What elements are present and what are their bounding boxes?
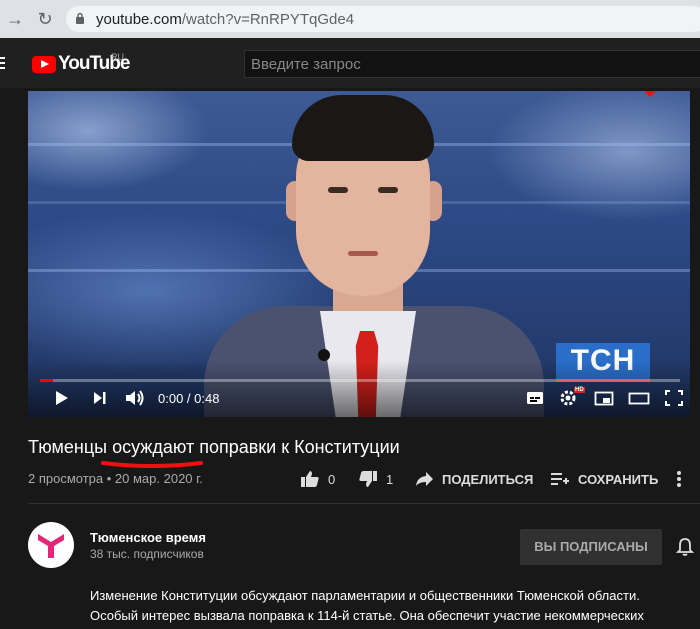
more-actions-button[interactable] bbox=[676, 466, 682, 492]
lock-icon bbox=[76, 12, 84, 24]
description-line: Изменение Конституции обсуждают парламен… bbox=[90, 588, 640, 603]
search-placeholder: Введите запрос bbox=[251, 56, 361, 73]
title-part: Тюменцы bbox=[28, 437, 113, 457]
red-underline-annotation bbox=[101, 461, 203, 468]
more-vert-icon bbox=[677, 471, 681, 487]
presenter-eye bbox=[378, 187, 398, 193]
save-button[interactable]: СОХРАНИТЬ bbox=[550, 466, 658, 492]
description-line: Особый интерес вызвала поправка к 114-й … bbox=[90, 608, 644, 623]
save-label: СОХРАНИТЬ bbox=[578, 471, 659, 487]
address-bar[interactable]: youtube.com/watch?v=RnRPYTqGde4 bbox=[66, 6, 700, 32]
thumbs-up-icon bbox=[301, 471, 319, 487]
view-count: 2 просмотра bbox=[28, 471, 104, 486]
volume-icon[interactable] bbox=[124, 388, 146, 408]
forward-icon[interactable]: → bbox=[4, 8, 26, 30]
title-highlight: осуждают bbox=[112, 437, 195, 457]
like-button[interactable]: 0 bbox=[300, 466, 335, 492]
bell-icon[interactable] bbox=[676, 537, 694, 557]
channel-name[interactable]: Тюменское время bbox=[90, 530, 206, 545]
thumbs-down-icon bbox=[359, 471, 377, 487]
lapel-mic bbox=[318, 349, 330, 361]
logo-region: RU bbox=[111, 52, 124, 62]
url-text: youtube.com/watch?v=RnRPYTqGde4 bbox=[96, 11, 354, 28]
playlist-add-icon bbox=[551, 473, 569, 485]
screen: → ↻ youtube.com/watch?v=RnRPYTqGde4 YouT… bbox=[0, 0, 700, 629]
dislike-button[interactable]: 1 bbox=[358, 466, 393, 492]
upload-date: 20 мар. 2020 г. bbox=[114, 471, 203, 486]
like-count: 0 bbox=[328, 471, 336, 487]
presenter-eye bbox=[328, 187, 348, 193]
presenter-hair bbox=[292, 95, 434, 161]
fullscreen-icon[interactable] bbox=[664, 388, 684, 408]
progress-played bbox=[40, 379, 53, 382]
share-icon bbox=[416, 472, 433, 486]
browser-toolbar: → ↻ youtube.com/watch?v=RnRPYTqGde4 bbox=[0, 0, 700, 38]
time-current: 0:00 bbox=[158, 391, 184, 406]
presenter-mouth bbox=[348, 251, 378, 256]
title-part: поправки к Конституции bbox=[194, 437, 400, 457]
video-title: Тюменцы осуждают поправки к Конституции bbox=[28, 437, 400, 458]
subscriber-count: 38 тыс. подписчиков bbox=[90, 547, 204, 561]
channel-avatar[interactable] bbox=[28, 522, 74, 568]
next-icon[interactable] bbox=[92, 388, 108, 408]
theater-mode-icon[interactable] bbox=[628, 388, 650, 408]
play-icon[interactable] bbox=[54, 388, 70, 408]
url-host: youtube.com bbox=[96, 11, 182, 28]
time-display: 0:00 / 0:48 bbox=[158, 391, 220, 406]
subscribed-button[interactable]: ВЫ ПОДПИСАНЫ bbox=[520, 529, 662, 565]
youtube-header: YouTube RU Введите запрос bbox=[0, 38, 700, 88]
video-player[interactable]: TCH 0:00 / 0:48 HD bbox=[28, 91, 690, 417]
subtitles-icon[interactable] bbox=[526, 388, 544, 408]
share-button[interactable]: ПОДЕЛИТЬСЯ bbox=[414, 466, 533, 492]
divider bbox=[28, 503, 700, 504]
progress-bar[interactable] bbox=[40, 379, 680, 382]
youtube-logo-icon[interactable] bbox=[32, 56, 56, 73]
video-description: Изменение Конституции обсуждают парламен… bbox=[90, 586, 690, 626]
video-meta: 2 просмотра • 20 мар. 2020 г. bbox=[28, 471, 203, 486]
reload-icon[interactable]: ↻ bbox=[34, 8, 56, 30]
search-input[interactable]: Введите запрос bbox=[244, 50, 700, 78]
channel-logo-icon bbox=[38, 534, 64, 558]
url-path: /watch?v=RnRPYTqGde4 bbox=[181, 11, 355, 28]
dislike-count: 1 bbox=[386, 471, 394, 487]
miniplayer-icon[interactable] bbox=[594, 388, 614, 408]
share-label: ПОДЕЛИТЬСЯ bbox=[442, 471, 534, 487]
time-total: 0:48 bbox=[194, 391, 220, 406]
hd-badge: HD bbox=[574, 387, 585, 393]
menu-icon[interactable] bbox=[0, 57, 5, 69]
